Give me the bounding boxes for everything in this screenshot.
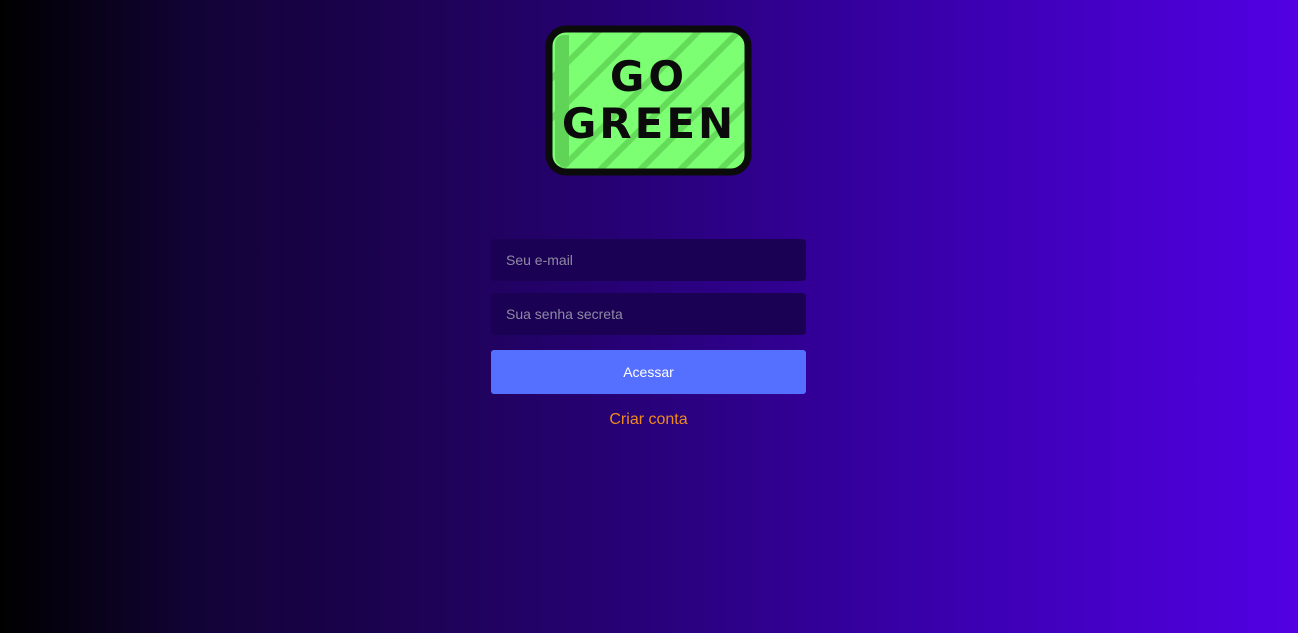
login-form: Acessar Criar conta [491, 239, 806, 429]
access-button[interactable]: Acessar [491, 350, 806, 394]
go-green-logo: GO GREEN [545, 25, 752, 176]
logo-text-green: GREEN [562, 99, 736, 148]
email-input[interactable] [491, 239, 806, 281]
create-account-link[interactable]: Criar conta [491, 411, 806, 429]
password-input[interactable] [491, 293, 806, 335]
logo-text-go: GO [610, 52, 688, 101]
